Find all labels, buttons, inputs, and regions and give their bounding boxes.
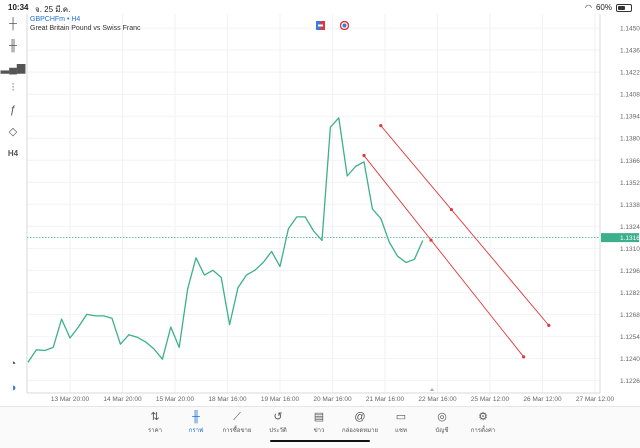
nav-accounts[interactable]: ◎ บัญชี xyxy=(422,410,462,435)
timeframe-button[interactable]: H4 xyxy=(5,145,21,161)
x-tick-label: 19 Mar 16:00 xyxy=(261,396,300,403)
nav-quotes[interactable]: ⇅ ราคา xyxy=(135,410,175,435)
period-separator-marker xyxy=(430,388,434,391)
nav-label: บัญชี xyxy=(435,428,449,434)
y-tick-label: 1.13100 xyxy=(620,246,640,253)
y-tick-label: 1.14500 xyxy=(620,26,640,33)
y-tick-label: 1.12540 xyxy=(620,334,640,341)
y-tick-label: 1.12960 xyxy=(620,268,640,275)
x-tick-label: 20 Mar 16:00 xyxy=(313,396,352,403)
chart-icon: ╫ xyxy=(192,411,200,423)
chart-symbol[interactable]: GBPCHFm xyxy=(30,16,65,23)
y-tick-label: 1.13520 xyxy=(620,180,640,187)
nav-label: การซื้อขาย xyxy=(222,428,252,434)
channel-anchor-point xyxy=(362,153,366,158)
settings-icon: ⚙ xyxy=(478,411,488,423)
y-tick-label: 1.12820 xyxy=(620,290,640,297)
price-chart[interactable]: 1.14500 1.14360 1.14220 1.14080 1.13940 1.138… xyxy=(0,0,640,406)
color-scheme-icon[interactable]: ◑ xyxy=(5,380,21,396)
home-indicator xyxy=(270,440,370,442)
channel-anchor-point xyxy=(547,323,551,327)
channel-anchor-point xyxy=(429,238,433,242)
y-tick-label: 1.13940 xyxy=(620,114,640,121)
trade-icon: ⟋ xyxy=(233,411,241,423)
nav-label: กล่องจดหมาย xyxy=(341,428,379,434)
nav-label: ประวัติ xyxy=(269,428,287,434)
x-tick-label: 21 Mar 16:00 xyxy=(366,396,405,403)
nav-label: กราฟ xyxy=(188,428,204,434)
y-tick-label: 1.12400 xyxy=(620,356,640,363)
nav-label: แชท xyxy=(395,428,407,434)
y-tick-label: 1.12680 xyxy=(620,312,640,319)
candlestick-icon[interactable]: ╫ xyxy=(5,38,21,54)
y-tick-label: 1.13660 xyxy=(620,158,640,165)
y-tick-label: 1.12260 xyxy=(620,378,640,385)
nav-news[interactable]: ▤ ข่าว xyxy=(299,410,339,435)
channel-anchor-point xyxy=(522,355,526,359)
current-price-label: 1.13168 xyxy=(620,235,640,242)
x-tick-label: 14 Mar 20:00 xyxy=(103,396,142,403)
x-tick-label: 18 Mar 16:00 xyxy=(208,396,247,403)
x-tick-label: 26 Mar 12:00 xyxy=(523,396,562,403)
x-tick-label: 15 Mar 20:00 xyxy=(156,396,195,403)
function-icon[interactable]: ƒ xyxy=(5,102,21,118)
x-tick-label: 13 Mar 20:00 xyxy=(51,396,90,403)
news-icon: ▤ xyxy=(313,411,325,423)
accounts-icon: ◎ xyxy=(437,411,447,423)
y-tick-label: 1.13380 xyxy=(620,202,640,209)
indicators-icon[interactable]: ⫶ xyxy=(5,81,21,97)
y-tick-label: 1.14080 xyxy=(620,92,640,99)
chart-timeframe[interactable]: H4 xyxy=(71,16,80,23)
y-tick-label: 1.13240 xyxy=(620,224,640,231)
nav-chart[interactable]: ╫ กราฟ xyxy=(176,410,216,435)
x-tick-label: 22 Mar 16:00 xyxy=(418,396,457,403)
quotes-icon: ⇅ xyxy=(150,411,160,423)
nav-history[interactable]: ↺ ประวัติ xyxy=(258,410,298,435)
x-tick-label: 25 Mar 12:00 xyxy=(471,396,510,403)
y-tick-label: 1.14220 xyxy=(620,70,640,77)
channel-anchor-point xyxy=(449,207,453,212)
channel-line xyxy=(363,155,524,358)
trade-levels-icon[interactable]: ◔ xyxy=(5,356,21,372)
mailbox-icon: @ xyxy=(354,411,366,423)
x-tick-label: 27 Mar 12:00 xyxy=(576,396,615,403)
nav-mailbox[interactable]: @ กล่องจดหมาย xyxy=(340,410,380,435)
nav-trade[interactable]: ⟋ การซื้อขาย xyxy=(217,410,257,435)
chat-icon: ▭ xyxy=(395,411,407,423)
signal-indicator-icon[interactable] xyxy=(340,21,349,30)
nav-settings[interactable]: ⚙ การตั้งค่า xyxy=(463,410,503,435)
bar-chart-icon[interactable]: ▂▄▆ xyxy=(1,59,26,75)
nav-label: ราคา xyxy=(148,428,162,434)
one-click-trading-icon[interactable] xyxy=(316,21,325,30)
drawing-toolbar: ┼ ╫ ▂▄▆ ⫶ ƒ ◇ H4 xyxy=(0,12,26,402)
chart-header: GBPCHFm • H4 Great Britain Pound vs Swis… xyxy=(30,16,141,32)
nav-chat[interactable]: ▭ แชท xyxy=(381,410,421,435)
channel-anchor-point xyxy=(379,124,383,128)
y-tick-label: 1.13800 xyxy=(620,136,640,143)
chart-description: Great Britain Pound vs Swiss Franc xyxy=(30,25,141,32)
channel-line xyxy=(380,125,550,326)
crosshair-icon[interactable]: ┼ xyxy=(5,16,21,32)
nav-label: การตั้งค่า xyxy=(470,428,496,434)
y-tick-label: 1.14360 xyxy=(620,48,640,55)
objects-icon[interactable]: ◇ xyxy=(5,124,21,140)
history-icon: ↺ xyxy=(273,411,283,423)
nav-label: ข่าว xyxy=(313,428,325,434)
